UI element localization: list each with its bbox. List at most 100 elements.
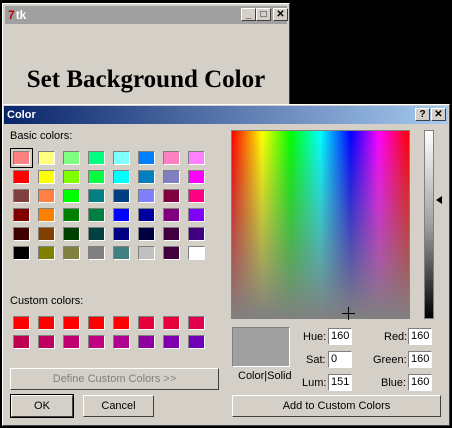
hue-field[interactable]: 160	[328, 328, 352, 345]
custom-color-swatch[interactable]	[13, 335, 30, 349]
basic-color-swatch[interactable]	[138, 189, 155, 203]
basic-color-swatch[interactable]	[138, 246, 155, 260]
red-label: Red:	[384, 331, 408, 343]
custom-color-swatch[interactable]	[63, 316, 80, 330]
basic-color-swatch[interactable]	[38, 208, 55, 222]
sat-label: Sat:	[306, 354, 326, 366]
custom-color-swatch[interactable]	[163, 335, 180, 349]
basic-color-swatch[interactable]	[63, 246, 80, 260]
basic-color-swatch[interactable]	[88, 227, 105, 241]
spectrum-crosshair-icon[interactable]	[342, 307, 355, 320]
tk-titlebar[interactable]: 7tk _ □ ✕	[5, 6, 288, 24]
basic-color-swatch[interactable]	[38, 227, 55, 241]
cancel-button[interactable]: Cancel	[83, 395, 154, 417]
color-dialog: Color ? ✕ Basic colors: Custom colors: D…	[2, 104, 450, 426]
basic-color-swatch[interactable]	[88, 208, 105, 222]
sat-field[interactable]: 0	[328, 351, 352, 368]
luminosity-arrow-icon[interactable]	[436, 196, 442, 204]
basic-color-swatch[interactable]	[13, 208, 30, 222]
basic-color-swatch[interactable]	[63, 151, 80, 165]
blue-field[interactable]: 160	[408, 374, 432, 391]
basic-color-swatch[interactable]	[188, 227, 205, 241]
custom-color-swatch[interactable]	[38, 335, 55, 349]
basic-color-swatch[interactable]	[138, 151, 155, 165]
basic-color-swatch[interactable]	[38, 170, 55, 184]
custom-color-swatch[interactable]	[88, 335, 105, 349]
basic-color-swatch[interactable]	[138, 208, 155, 222]
custom-colors-grid	[13, 316, 205, 349]
basic-color-swatch[interactable]	[163, 208, 180, 222]
help-button[interactable]: ?	[415, 108, 430, 121]
basic-color-swatch[interactable]	[63, 208, 80, 222]
custom-color-swatch[interactable]	[88, 316, 105, 330]
red-field[interactable]: 160	[408, 328, 432, 345]
basic-color-swatch[interactable]	[113, 189, 130, 203]
basic-color-swatch[interactable]	[13, 227, 30, 241]
custom-color-swatch[interactable]	[113, 316, 130, 330]
basic-color-swatch[interactable]	[113, 151, 130, 165]
color-solid-preview	[232, 327, 290, 367]
dialog-close-button[interactable]: ✕	[431, 108, 446, 121]
basic-color-swatch[interactable]	[13, 170, 30, 184]
basic-color-swatch[interactable]	[88, 170, 105, 184]
basic-color-swatch[interactable]	[13, 246, 30, 260]
basic-color-swatch[interactable]	[113, 170, 130, 184]
basic-color-swatch[interactable]	[88, 189, 105, 203]
custom-color-swatch[interactable]	[188, 316, 205, 330]
basic-color-swatch[interactable]	[63, 170, 80, 184]
custom-color-swatch[interactable]	[38, 316, 55, 330]
basic-colors-label: Basic colors:	[10, 130, 73, 142]
basic-color-swatch[interactable]	[188, 151, 205, 165]
basic-color-swatch[interactable]	[163, 151, 180, 165]
color-spectrum[interactable]	[231, 130, 410, 319]
dialog-title: Color	[7, 109, 36, 121]
custom-color-swatch[interactable]	[163, 316, 180, 330]
basic-color-swatch[interactable]	[38, 189, 55, 203]
custom-color-swatch[interactable]	[138, 316, 155, 330]
basic-color-swatch[interactable]	[163, 246, 180, 260]
basic-color-swatch[interactable]	[188, 208, 205, 222]
define-custom-colors-button[interactable]: Define Custom Colors >>	[10, 368, 219, 390]
custom-colors-label: Custom colors:	[10, 295, 84, 307]
basic-color-swatch[interactable]	[13, 189, 30, 203]
basic-color-swatch[interactable]	[38, 151, 55, 165]
custom-color-swatch[interactable]	[138, 335, 155, 349]
basic-colors-grid	[10, 148, 205, 260]
dialog-titlebar[interactable]: Color ? ✕	[4, 106, 448, 124]
custom-color-swatch[interactable]	[113, 335, 130, 349]
tk-logo-icon: 7tk	[8, 8, 27, 22]
basic-color-swatch[interactable]	[63, 227, 80, 241]
tk-heading: Set Background Color	[26, 66, 266, 93]
basic-color-swatch[interactable]	[138, 227, 155, 241]
custom-color-swatch[interactable]	[188, 335, 205, 349]
custom-color-swatch[interactable]	[63, 335, 80, 349]
tk-minimize-button[interactable]: _	[241, 8, 256, 21]
tk-close-button[interactable]: ✕	[273, 8, 288, 21]
ok-button[interactable]: OK	[10, 394, 74, 418]
basic-color-swatch[interactable]	[113, 208, 130, 222]
basic-color-swatch[interactable]	[38, 246, 55, 260]
basic-color-swatch[interactable]	[163, 170, 180, 184]
basic-color-swatch[interactable]	[188, 189, 205, 203]
basic-color-swatch[interactable]	[88, 246, 105, 260]
tk-maximize-button[interactable]: □	[256, 8, 271, 21]
basic-color-swatch[interactable]	[10, 148, 33, 168]
luminosity-slider[interactable]	[424, 130, 434, 319]
basic-color-swatch[interactable]	[63, 189, 80, 203]
basic-color-swatch[interactable]	[113, 227, 130, 241]
lum-field[interactable]: 151	[328, 374, 352, 391]
basic-color-swatch[interactable]	[163, 227, 180, 241]
custom-color-swatch[interactable]	[13, 316, 30, 330]
basic-color-swatch[interactable]	[138, 170, 155, 184]
green-label: Green:	[373, 354, 407, 366]
add-to-custom-colors-button[interactable]: Add to Custom Colors	[232, 395, 441, 417]
basic-color-swatch[interactable]	[88, 151, 105, 165]
green-field[interactable]: 160	[408, 351, 432, 368]
basic-color-swatch[interactable]	[188, 246, 205, 260]
tk-window-title: tk	[15, 8, 27, 22]
basic-color-swatch[interactable]	[113, 246, 130, 260]
basic-color-swatch[interactable]	[188, 170, 205, 184]
lum-label: Lum:	[302, 377, 327, 389]
basic-color-swatch[interactable]	[163, 189, 180, 203]
blue-label: Blue:	[381, 377, 407, 389]
